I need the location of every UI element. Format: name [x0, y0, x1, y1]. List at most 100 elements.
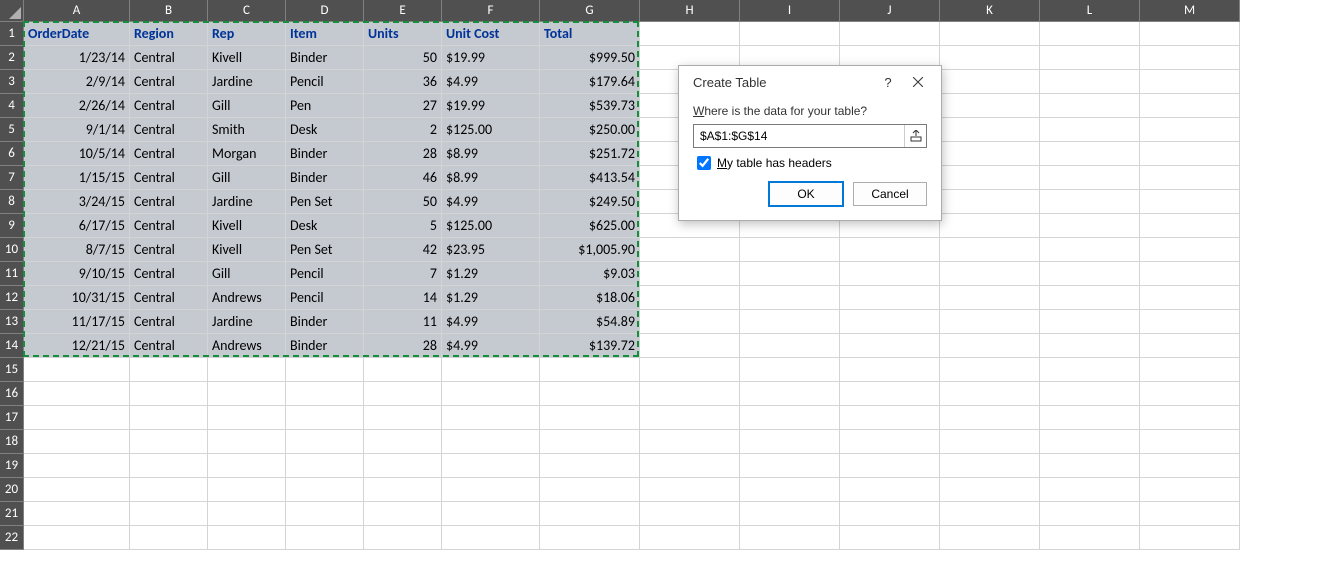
cell[interactable]	[1040, 526, 1140, 550]
cell[interactable]: 2	[364, 118, 442, 142]
cell[interactable]: 14	[364, 286, 442, 310]
cell[interactable]: Total	[540, 22, 640, 46]
close-button[interactable]	[903, 68, 933, 96]
cell[interactable]: 11	[364, 310, 442, 334]
cell[interactable]	[1140, 142, 1240, 166]
cell[interactable]	[1140, 214, 1240, 238]
column-header-h[interactable]: H	[640, 0, 740, 22]
row-header-17[interactable]: 17	[0, 406, 24, 430]
cell[interactable]	[840, 502, 940, 526]
cell[interactable]: $539.73	[540, 94, 640, 118]
cell[interactable]: $125.00	[442, 118, 540, 142]
column-header-m[interactable]: M	[1140, 0, 1240, 22]
cell[interactable]: OrderDate	[24, 22, 130, 46]
cell[interactable]: 5	[364, 214, 442, 238]
cell[interactable]: Item	[286, 22, 364, 46]
cell[interactable]	[640, 262, 740, 286]
cell[interactable]	[740, 502, 840, 526]
cell[interactable]: $1.29	[442, 286, 540, 310]
cell[interactable]	[1140, 262, 1240, 286]
cell[interactable]	[940, 22, 1040, 46]
cell[interactable]: $4.99	[442, 190, 540, 214]
cell[interactable]	[940, 358, 1040, 382]
cell[interactable]	[940, 214, 1040, 238]
cell[interactable]	[840, 22, 940, 46]
cell[interactable]	[1140, 382, 1240, 406]
cell[interactable]	[1040, 46, 1140, 70]
cell[interactable]	[1140, 454, 1240, 478]
cell[interactable]	[840, 430, 940, 454]
range-picker-button[interactable]	[904, 125, 926, 147]
cell[interactable]	[1140, 430, 1240, 454]
cell[interactable]: Central	[130, 214, 208, 238]
cell[interactable]	[208, 382, 286, 406]
cell[interactable]: Central	[130, 166, 208, 190]
cell[interactable]	[740, 478, 840, 502]
cell[interactable]	[1040, 358, 1140, 382]
cell[interactable]	[740, 382, 840, 406]
cell[interactable]	[442, 406, 540, 430]
cell[interactable]	[740, 286, 840, 310]
cell[interactable]: Jardine	[208, 310, 286, 334]
cell[interactable]	[840, 334, 940, 358]
cell[interactable]	[286, 430, 364, 454]
cell[interactable]: $23.95	[442, 238, 540, 262]
cell[interactable]	[640, 382, 740, 406]
cell[interactable]	[1140, 310, 1240, 334]
cell[interactable]	[1140, 22, 1240, 46]
cell[interactable]: Gill	[208, 166, 286, 190]
row-header-8[interactable]: 8	[0, 190, 24, 214]
cell[interactable]	[1140, 526, 1240, 550]
cell[interactable]: 50	[364, 46, 442, 70]
cell[interactable]: Pencil	[286, 286, 364, 310]
cell[interactable]	[640, 238, 740, 262]
cell[interactable]: Binder	[286, 46, 364, 70]
cell[interactable]: $125.00	[442, 214, 540, 238]
cell[interactable]	[640, 502, 740, 526]
cell[interactable]	[286, 454, 364, 478]
cell[interactable]: Central	[130, 262, 208, 286]
cell[interactable]	[364, 406, 442, 430]
row-header-3[interactable]: 3	[0, 70, 24, 94]
cell[interactable]	[1140, 502, 1240, 526]
cell[interactable]	[1140, 358, 1240, 382]
cell[interactable]	[640, 406, 740, 430]
cell[interactable]	[1040, 286, 1140, 310]
cell[interactable]	[540, 478, 640, 502]
row-header-22[interactable]: 22	[0, 526, 24, 550]
column-header-c[interactable]: C	[208, 0, 286, 22]
cell[interactable]: 3/24/15	[24, 190, 130, 214]
cell[interactable]: $8.99	[442, 166, 540, 190]
cell[interactable]: $999.50	[540, 46, 640, 70]
cell[interactable]	[364, 454, 442, 478]
cell[interactable]	[130, 478, 208, 502]
cell[interactable]: $250.00	[540, 118, 640, 142]
cancel-button[interactable]: Cancel	[853, 182, 927, 206]
row-header-14[interactable]: 14	[0, 334, 24, 358]
cell[interactable]: Desk	[286, 118, 364, 142]
cell[interactable]	[286, 358, 364, 382]
cell[interactable]	[130, 406, 208, 430]
cell[interactable]	[1140, 190, 1240, 214]
cell[interactable]	[1040, 70, 1140, 94]
cell[interactable]: Rep	[208, 22, 286, 46]
cell[interactable]	[130, 502, 208, 526]
cell[interactable]: Pen	[286, 94, 364, 118]
cell[interactable]	[24, 502, 130, 526]
cell[interactable]	[940, 46, 1040, 70]
cell[interactable]	[640, 526, 740, 550]
cell[interactable]: Central	[130, 190, 208, 214]
cell[interactable]	[24, 454, 130, 478]
cell[interactable]	[940, 478, 1040, 502]
cell[interactable]: $18.06	[540, 286, 640, 310]
cell[interactable]: Central	[130, 142, 208, 166]
cell[interactable]: Jardine	[208, 190, 286, 214]
row-header-9[interactable]: 9	[0, 214, 24, 238]
cell[interactable]	[442, 478, 540, 502]
cell[interactable]: 12/21/15	[24, 334, 130, 358]
column-header-i[interactable]: I	[740, 0, 840, 22]
cell[interactable]: Desk	[286, 214, 364, 238]
cell[interactable]	[286, 406, 364, 430]
cell[interactable]	[24, 430, 130, 454]
cell[interactable]	[130, 526, 208, 550]
